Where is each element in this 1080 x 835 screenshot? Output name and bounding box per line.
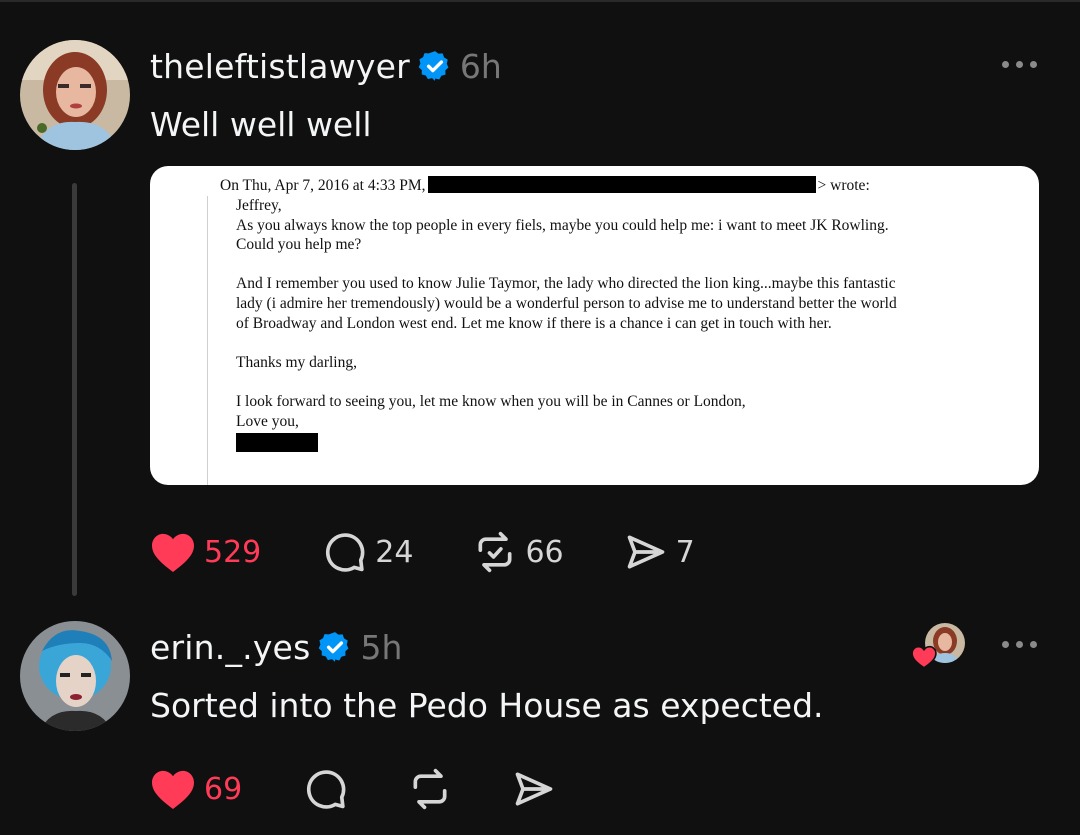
email-header-suffix: > wrote: (817, 177, 870, 194)
redaction-bar (427, 176, 816, 193)
reply-button[interactable]: 24 (323, 530, 413, 574)
reply-button[interactable] (304, 767, 348, 811)
reply-count: 24 (375, 534, 414, 570)
heart-icon (152, 770, 194, 810)
like-button[interactable]: 69 (150, 768, 242, 810)
like-button[interactable]: 529 (150, 531, 261, 573)
post-header: erin._.yes 5h (150, 627, 402, 667)
more-icon[interactable] (1002, 637, 1042, 651)
share-button[interactable]: 7 (624, 530, 695, 574)
email-line: Thanks my darling, (236, 353, 357, 371)
email-line: Could you help me? (236, 236, 362, 254)
post-actions: 69 (150, 767, 556, 811)
comment-icon (307, 770, 346, 809)
repost-icon (413, 768, 447, 810)
like-count: 529 (204, 534, 262, 570)
email-line: Jeffrey, (236, 197, 282, 214)
post-time: 6h (459, 46, 502, 86)
email-line: of Broadway and London west end. Let me … (236, 314, 832, 332)
heart-icon (152, 533, 194, 573)
repost-icon (478, 531, 512, 573)
email-line: Love you, (236, 412, 299, 430)
signature-redaction (236, 433, 318, 453)
verified-badge-icon (418, 51, 449, 81)
email-line: And I remember you used to know Julie Ta… (236, 275, 896, 293)
email-header: On Thu, Apr 7, 2016 at 4:33 PM, > wrote: (220, 176, 870, 195)
share-icon (627, 535, 664, 569)
share-icon (515, 772, 553, 806)
post-time: 5h (360, 627, 403, 667)
like-count: 69 (204, 771, 243, 807)
email-header-prefix: On Thu, Apr 7, 2016 at 4:33 PM, (220, 177, 426, 194)
post-text: Sorted into the Pedo House as expected. (150, 686, 824, 725)
share-button[interactable] (512, 767, 556, 811)
post-image[interactable]: On Thu, Apr 7, 2016 at 4:33 PM, > wrote: … (150, 166, 1039, 485)
post-text: Well well well (150, 105, 372, 144)
heart-icon (911, 645, 937, 669)
username[interactable]: theleftistlawyer (150, 47, 410, 86)
verified-badge-icon (319, 632, 349, 662)
post-header: theleftistlawyer 6h (150, 46, 502, 86)
avatar[interactable] (20, 621, 130, 731)
more-icon[interactable] (1002, 57, 1042, 71)
username[interactable]: erin._.yes (150, 628, 310, 667)
avatar[interactable] (20, 40, 130, 150)
email-line: I look forward to seeing you, let me kno… (236, 392, 746, 410)
repost-count: 66 (525, 534, 564, 570)
share-count: 7 (675, 534, 695, 570)
email-body: Jeffrey, As you always know the top peop… (207, 196, 1016, 485)
thread-line (72, 183, 77, 596)
repost-button[interactable] (408, 767, 452, 811)
repost-button[interactable]: 66 (473, 530, 564, 574)
top-divider (0, 0, 1080, 2)
email-line: lady (i admire her tremendously) would b… (236, 294, 897, 312)
comment-icon (326, 533, 365, 572)
post-actions: 529 24 66 7 (150, 530, 695, 574)
email-line: As you always know the top people in eve… (236, 216, 889, 234)
